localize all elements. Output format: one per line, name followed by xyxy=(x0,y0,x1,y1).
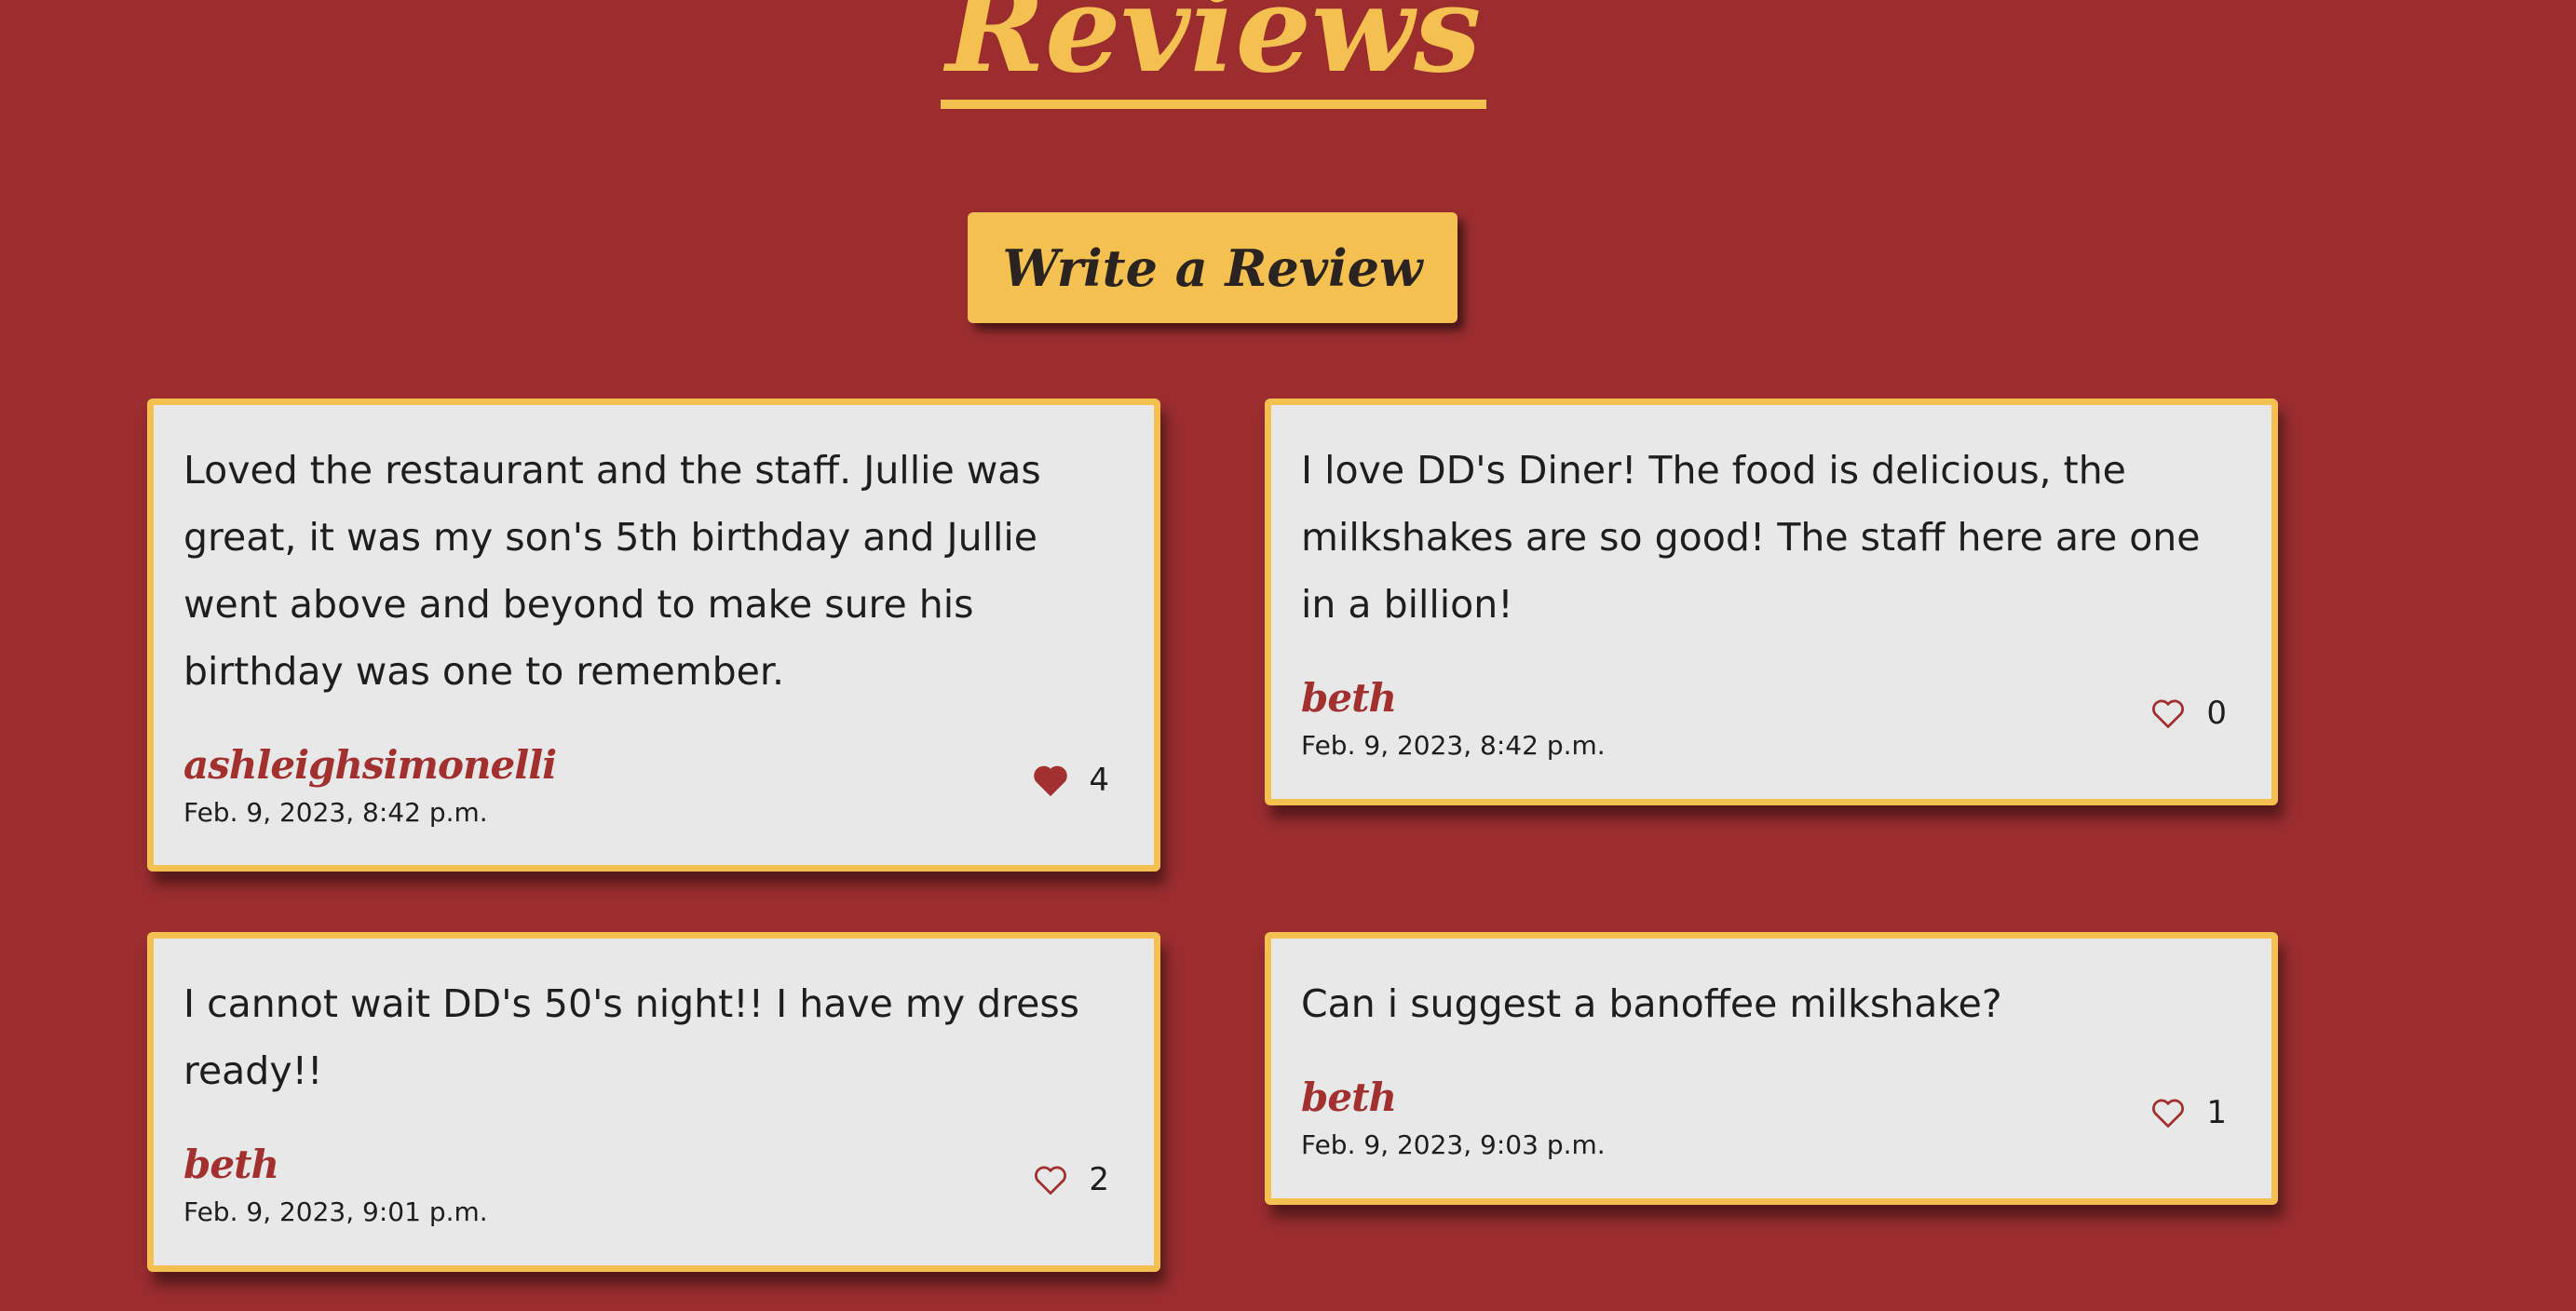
page-title-text: Reviews xyxy=(940,0,1487,109)
review-date: Feb. 9, 2023, 8:42 p.m. xyxy=(183,797,488,828)
review-card: I love DD's Diner! The food is delicious… xyxy=(1265,399,2278,805)
like-count: 1 xyxy=(2206,1094,2227,1131)
review-author: beth xyxy=(183,1142,279,1187)
page-title: Reviews xyxy=(0,0,2427,109)
review-text: I love DD's Diner! The food is delicious… xyxy=(1301,448,2201,627)
like-button[interactable]: 4 xyxy=(1033,762,1109,799)
heart-outline-icon xyxy=(2152,1099,2185,1128)
review-text: I cannot wait DD's 50's night!! I have m… xyxy=(183,981,1080,1093)
write-review-button[interactable]: Write a Review xyxy=(968,212,1457,323)
review-card: Can i suggest a banoffee milkshake? beth… xyxy=(1265,932,2278,1205)
like-button[interactable]: 2 xyxy=(1033,1161,1109,1198)
review-card: Loved the restaurant and the staff. Jull… xyxy=(147,399,1160,872)
review-author: beth xyxy=(1301,675,1397,721)
heart-outline-icon xyxy=(1035,1166,1067,1195)
like-button[interactable]: 1 xyxy=(2150,1094,2227,1131)
like-count: 0 xyxy=(2206,695,2227,732)
review-author: beth xyxy=(1301,1074,1397,1120)
review-text: Loved the restaurant and the staff. Jull… xyxy=(183,448,1041,694)
review-text: Can i suggest a banoffee milkshake? xyxy=(1301,981,2002,1026)
review-card: I cannot wait DD's 50's night!! I have m… xyxy=(147,932,1160,1272)
review-date: Feb. 9, 2023, 8:42 p.m. xyxy=(1301,730,1606,761)
like-count: 4 xyxy=(1089,762,1109,799)
heart-outline-icon xyxy=(2152,699,2185,728)
review-date: Feb. 9, 2023, 9:03 p.m. xyxy=(1301,1129,1606,1160)
like-button[interactable]: 0 xyxy=(2150,695,2227,732)
review-date: Feb. 9, 2023, 9:01 p.m. xyxy=(183,1196,488,1227)
review-author: ashleighsimonelli xyxy=(183,742,557,788)
heart-filled-icon xyxy=(1034,765,1068,796)
like-count: 2 xyxy=(1089,1161,1109,1198)
